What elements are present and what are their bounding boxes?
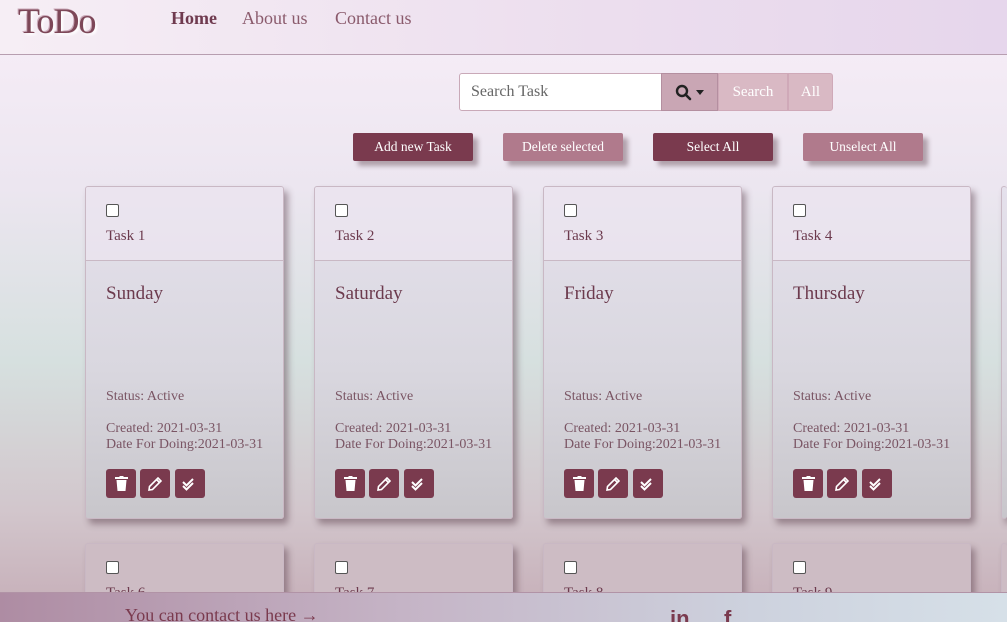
footer: You can contact us here → in f [0,592,1007,622]
task-checkbox[interactable] [564,204,577,217]
search-icon [675,84,692,100]
task-created-date: Created: 2021-03-31 [793,421,910,436]
complete-task-button[interactable] [633,469,663,498]
trash-icon [343,476,357,491]
task-card: Task 2 Saturday Status: Active Created: … [314,186,513,519]
select-all-button[interactable]: Select All [653,133,773,161]
trash-icon [114,476,128,491]
task-status: Status: Active [335,389,414,404]
task-card-header: Task 1 [86,187,283,261]
facebook-icon[interactable]: f [724,606,731,622]
complete-task-button[interactable] [404,469,434,498]
delete-task-button[interactable] [106,469,136,498]
double-check-icon [182,477,194,491]
linkedin-icon[interactable]: in [670,606,690,622]
pencil-icon [606,476,620,491]
double-check-icon [640,477,652,491]
unselect-all-button[interactable]: Unselect All [803,133,923,161]
task-card: Task 3 Friday Status: Active Created: 20… [543,186,742,519]
task-checkbox[interactable] [564,561,577,574]
task-checkbox[interactable] [106,204,119,217]
delete-task-button[interactable] [564,469,594,498]
edit-task-button[interactable] [369,469,399,498]
task-day: Saturday [335,283,403,304]
task-card-header: Task 4 [773,187,970,261]
task-status: Status: Active [106,389,185,404]
navbar: ToDo Home About us Contact us [0,0,1007,55]
double-check-icon [411,477,423,491]
pencil-icon [835,476,849,491]
task-status: Status: Active [793,389,872,404]
search-type-dropdown[interactable] [661,73,718,111]
task-card-header: Task 3 [544,187,741,261]
task-created-date: Created: 2021-03-31 [106,421,223,436]
task-day: Sunday [106,283,163,304]
task-checkbox[interactable] [335,204,348,217]
task-title: Task 3 [564,228,604,244]
task-card-partial [1001,186,1007,519]
caret-down-icon [696,89,704,95]
pencil-icon [377,476,391,491]
task-card-header: Task 2 [315,187,512,261]
search-button[interactable]: Search [718,73,788,111]
edit-task-button[interactable] [827,469,857,498]
double-check-icon [869,477,881,491]
nav-about-link[interactable]: About us [242,8,308,29]
task-day: Friday [564,283,614,304]
contact-us-link[interactable]: You can contact us here → [125,605,319,622]
all-button[interactable]: All [788,73,833,111]
task-card: Task 4 Thursday Status: Active Created: … [772,186,971,519]
complete-task-button[interactable] [862,469,892,498]
trash-icon [572,476,586,491]
edit-task-button[interactable] [140,469,170,498]
task-title: Task 1 [106,228,146,244]
nav-home-link[interactable]: Home [171,8,217,29]
task-date-for-doing: Date For Doing:2021-03-31 [564,437,722,452]
task-created-date: Created: 2021-03-31 [335,421,452,436]
delete-task-button[interactable] [335,469,365,498]
brand-logo[interactable]: ToDo [18,0,96,42]
delete-selected-button[interactable]: Delete selected [503,133,623,161]
trash-icon [801,476,815,491]
task-day: Thursday [793,283,865,304]
task-checkbox[interactable] [335,561,348,574]
task-status: Status: Active [564,389,643,404]
task-date-for-doing: Date For Doing:2021-03-31 [106,437,264,452]
edit-task-button[interactable] [598,469,628,498]
delete-task-button[interactable] [793,469,823,498]
task-created-date: Created: 2021-03-31 [564,421,681,436]
complete-task-button[interactable] [175,469,205,498]
add-new-task-button[interactable]: Add new Task [353,133,473,161]
search-input[interactable] [459,73,662,111]
pencil-icon [148,476,162,491]
nav-contact-link[interactable]: Contact us [335,8,412,29]
task-checkbox[interactable] [793,204,806,217]
task-checkbox[interactable] [106,561,119,574]
task-checkbox[interactable] [793,561,806,574]
task-date-for-doing: Date For Doing:2021-03-31 [335,437,493,452]
task-card: Task 1 Sunday Status: Active Created: 20… [85,186,284,519]
task-title: Task 4 [793,228,833,244]
task-date-for-doing: Date For Doing:2021-03-31 [793,437,951,452]
task-title: Task 2 [335,228,375,244]
